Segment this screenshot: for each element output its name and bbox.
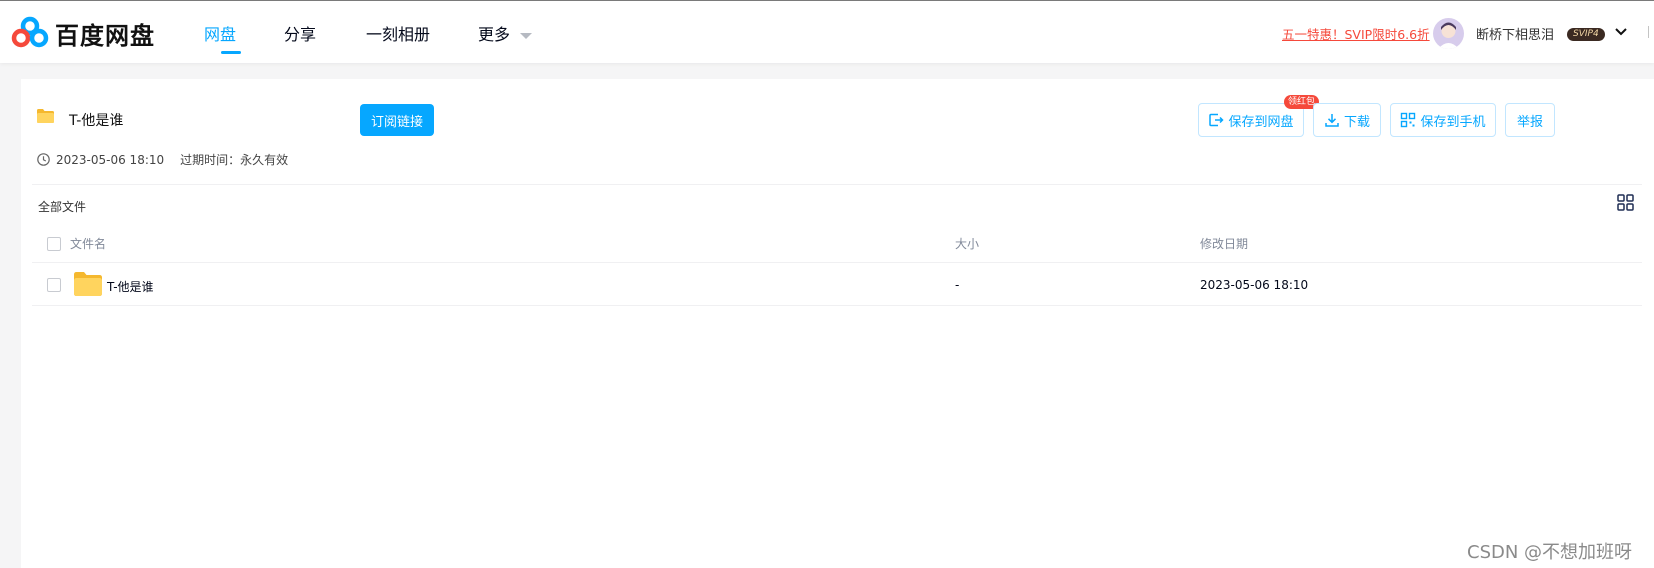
column-filename[interactable]: 文件名	[70, 235, 106, 252]
save-to-phone-label: 保存到手机	[1420, 114, 1486, 130]
created-time: 2023-05-06 18:10	[56, 152, 165, 167]
nav-moment-album[interactable]: 一刻相册	[366, 21, 430, 45]
table-header: 文件名 大小 修改日期	[32, 223, 1642, 263]
select-all-checkbox[interactable]	[47, 237, 61, 251]
save-to-disk-icon	[1209, 113, 1225, 127]
clock-icon	[37, 153, 50, 166]
nav-netdisk[interactable]: 网盘	[204, 21, 236, 45]
qr-code-icon	[1401, 112, 1416, 128]
file-size: -	[955, 278, 960, 292]
column-modified[interactable]: 修改日期	[1200, 235, 1248, 252]
download-icon	[1325, 114, 1339, 127]
subscribe-link-button[interactable]: 订阅链接	[360, 104, 434, 136]
table-row[interactable]: T-他是谁 - 2023-05-06 18:10	[32, 264, 1642, 306]
section-divider	[32, 184, 1642, 185]
download-button[interactable]: 下载	[1313, 103, 1381, 137]
row-checkbox[interactable]	[47, 278, 61, 292]
cloud-logo-icon	[11, 16, 49, 48]
top-header: 百度网盘 网盘 分享 一刻相册 更多 五一特惠！SVIP限时6.6折 断桥下相思…	[0, 0, 1654, 63]
header-divider	[1648, 26, 1649, 38]
folder-icon	[37, 109, 54, 123]
file-name[interactable]: T-他是谁	[107, 278, 154, 295]
nav-more-label: 更多	[478, 25, 511, 44]
nav-more[interactable]: 更多	[478, 21, 533, 45]
save-to-disk-label: 保存到网盘	[1228, 114, 1294, 130]
avatar-figure-icon	[1438, 22, 1459, 49]
username[interactable]: 断桥下相思泪	[1476, 24, 1554, 43]
file-modified: 2023-05-06 18:10	[1200, 278, 1309, 292]
share-meta: 2023-05-06 18:10 过期时间：永久有效	[37, 151, 288, 168]
logo-text: 百度网盘	[55, 21, 155, 50]
csdn-watermark: CSDN @不想加班呀	[1467, 542, 1633, 563]
chevron-down-icon[interactable]	[1614, 25, 1628, 39]
column-size[interactable]: 大小	[955, 235, 979, 252]
baidu-netdisk-logo[interactable]: 百度网盘	[11, 16, 155, 50]
avatar[interactable]	[1433, 18, 1464, 49]
grid-view-icon[interactable]	[1617, 194, 1634, 211]
share-panel: T-他是谁 订阅链接 2023-05-06 18:10 过期时间：永久有效 保存…	[21, 79, 1654, 568]
nav-share[interactable]: 分享	[284, 21, 316, 45]
svip-promo-link[interactable]: 五一特惠！SVIP限时6.6折	[1282, 24, 1430, 43]
folder-icon	[74, 272, 102, 296]
svip-level-badge: SVIP4	[1567, 28, 1605, 41]
share-title: T-他是谁	[69, 113, 124, 129]
nav-active-indicator	[221, 51, 241, 54]
caret-down-icon	[520, 32, 533, 39]
download-label: 下载	[1343, 114, 1370, 130]
save-to-phone-button[interactable]: 保存到手机	[1390, 103, 1496, 137]
breadcrumb[interactable]: 全部文件	[38, 198, 86, 215]
report-button[interactable]: 举报	[1505, 103, 1555, 137]
expire-time: 过期时间：永久有效	[180, 153, 289, 167]
